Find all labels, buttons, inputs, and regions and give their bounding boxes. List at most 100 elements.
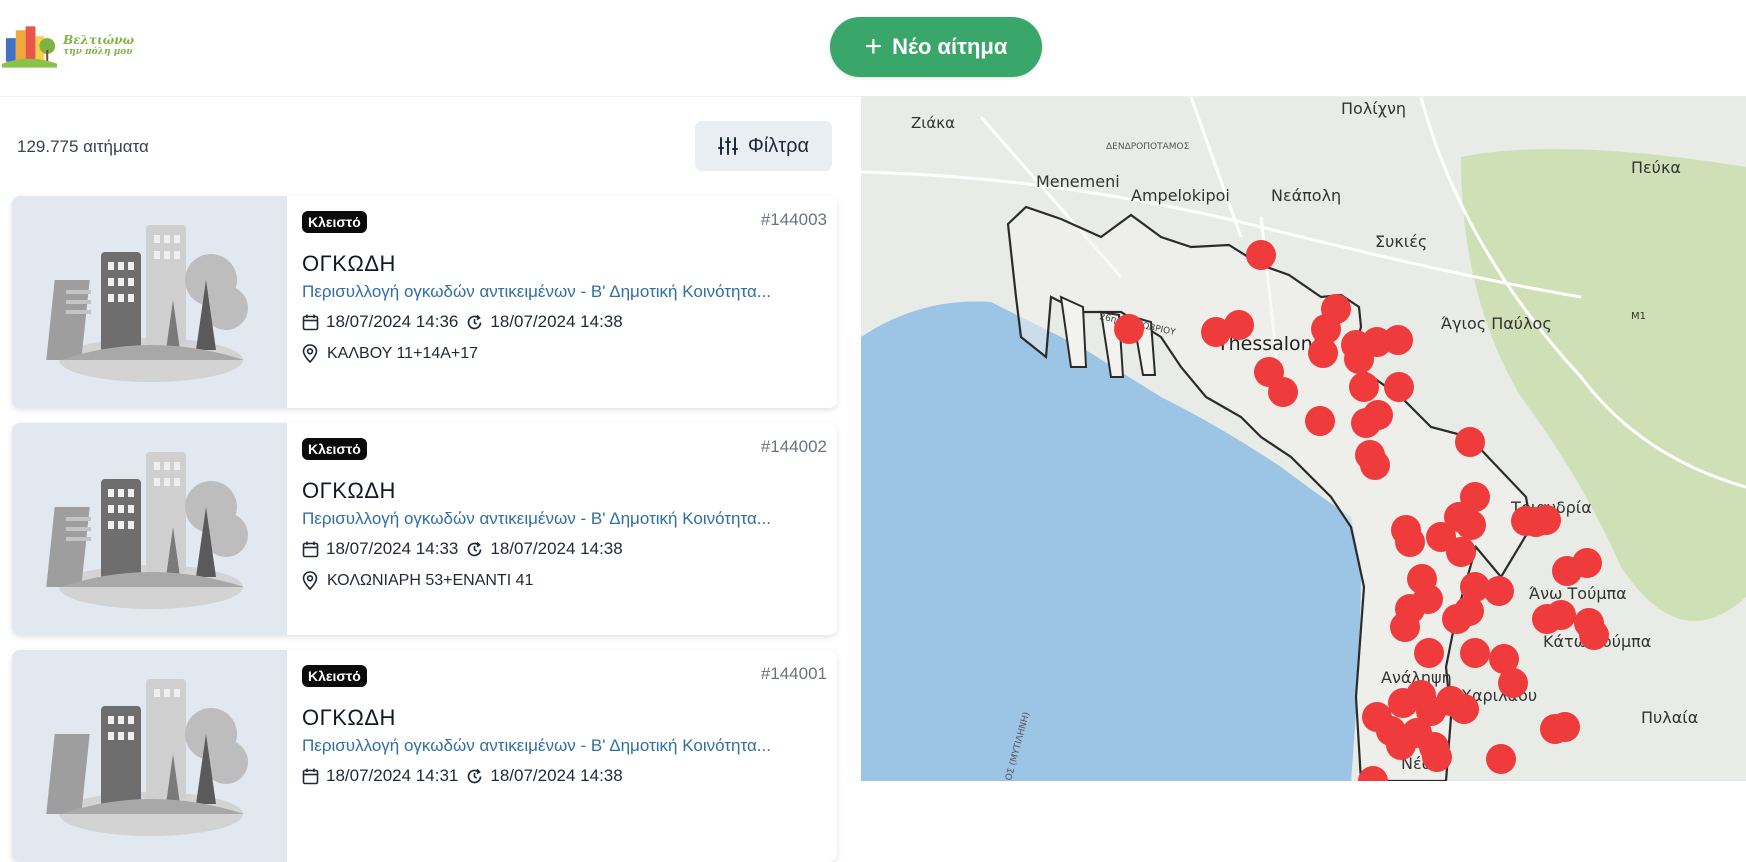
calendar-icon: [302, 541, 319, 557]
map-marker: [1268, 377, 1298, 407]
created-date: 18/07/2024 14:33: [326, 539, 459, 558]
update-clock-icon: [468, 541, 482, 556]
map-marker: [1460, 638, 1490, 668]
request-card[interactable]: Κλειστό #144001 ΟΓΚΩΔΗ Περισυλλογή ογκωδ…: [12, 650, 837, 862]
map-marker: [1546, 600, 1576, 630]
map-canvas[interactable]: Πολίχνη Ζιάκα ΔΕΝΔΡΟΠΟΤΑΜΟΣ Menemeni Amp…: [861, 97, 1746, 781]
request-description[interactable]: Περισυλλογή ογκωδών αντικειμένων - Β' Δη…: [302, 509, 822, 529]
map-marker: [1386, 730, 1416, 760]
map-marker: [1484, 576, 1514, 606]
request-title: ΟΓΚΩΔΗ: [302, 478, 396, 503]
logo-line-2: την πόλη μου: [63, 47, 133, 57]
map-label-ampelokipoi: Ampelokipoi: [1131, 186, 1230, 205]
map-marker: [1114, 314, 1144, 344]
map-marker: [1360, 450, 1390, 480]
map-marker: [1305, 406, 1335, 436]
map-marker: [1246, 240, 1276, 270]
created-date: 18/07/2024 14:31: [326, 766, 459, 785]
map-label-ziaka: Ζιάκα: [911, 114, 955, 132]
map-marker: [1572, 548, 1602, 578]
map-marker: [1498, 668, 1528, 698]
request-title: ΟΓΚΩΔΗ: [302, 705, 396, 730]
updated-date: 18/07/2024 14:38: [490, 312, 623, 331]
request-id: #144001: [760, 664, 827, 683]
request-description[interactable]: Περισυλλογή ογκωδών αντικειμένων - Β' Δη…: [302, 736, 822, 756]
address-text: ΚΟΛΩΝΙΑΡΗ 53+ΕΝΑΝΤΙ 41: [327, 571, 534, 589]
status-badge: Κλειστό: [302, 665, 367, 687]
location-pin-icon: [302, 571, 318, 590]
map-label-sykies: Συκιές: [1375, 232, 1427, 251]
request-card[interactable]: Κλειστό #144002 ΟΓΚΩΔΗ Περισυλλογή ογκωδ…: [12, 423, 837, 635]
map-label-ano-toumpa: Άνω Τούμπα: [1529, 584, 1627, 603]
plus-icon: +: [864, 30, 883, 63]
new-request-label: Νέο αίτημα: [892, 34, 1008, 59]
map-marker: [1395, 527, 1425, 557]
map-marker: [1454, 596, 1484, 626]
request-description[interactable]: Περισυλλογή ογκωδών αντικειμένων - Β' Δη…: [302, 282, 822, 302]
request-dates: 18/07/2024 14:33 18/07/2024 14:38: [302, 539, 623, 559]
request-address: ΚΑΛΒΟΥ 11+14Α+17: [302, 344, 478, 363]
request-title: ΟΓΚΩΔΗ: [302, 251, 396, 276]
map-marker: [1344, 344, 1374, 374]
address-text: ΚΑΛΒΟΥ 11+14Α+17: [327, 344, 479, 362]
requests-map[interactable]: Πολίχνη Ζιάκα ΔΕΝΔΡΟΠΟΤΑΜΟΣ Menemeni Amp…: [861, 97, 1746, 781]
map-marker: [1390, 612, 1420, 642]
update-clock-icon: [468, 768, 482, 783]
map-marker: [1351, 408, 1381, 438]
request-thumbnail: [12, 423, 287, 635]
map-marker: [1531, 505, 1561, 535]
map-marker: [1413, 584, 1443, 614]
request-id: #144003: [760, 210, 827, 229]
city-placeholder-icon: [46, 679, 248, 836]
status-badge: Κλειστό: [302, 438, 367, 460]
map-marker: [1486, 744, 1516, 774]
requests-count: 129.775 αιτήματα: [17, 137, 149, 156]
app-logo[interactable]: Βελτιώνω την πόλη μου: [2, 22, 134, 70]
request-id: #144002: [760, 437, 827, 456]
map-marker: [1414, 638, 1444, 668]
location-pin-icon: [302, 344, 318, 363]
request-card[interactable]: Κλειστό #144003 ΟΓΚΩΔΗ Περισυλλογή ογκωδ…: [12, 196, 837, 408]
map-marker: [1455, 427, 1485, 457]
map-label-agios-pavlos: Άγιος Παύλος: [1441, 314, 1552, 333]
map-label-polichni: Πολίχνη: [1341, 99, 1406, 118]
request-address: ΚΟΛΩΝΙΑΡΗ 53+ΕΝΑΝΤΙ 41: [302, 571, 533, 590]
map-marker: [1456, 510, 1486, 540]
sliders-icon: [717, 137, 738, 155]
new-request-button[interactable]: + Νέο αίτημα: [830, 17, 1042, 77]
map-label-peuka: Πεύκα: [1631, 158, 1681, 177]
map-marker: [1579, 620, 1609, 650]
city-placeholder-icon: [46, 225, 248, 382]
calendar-icon: [302, 314, 319, 330]
logo-text: Βελτιώνω την πόλη μου: [63, 34, 134, 58]
updated-date: 18/07/2024 14:38: [490, 539, 623, 558]
map-label-dendropotamos: ΔΕΝΔΡΟΠΟΤΑΜΟΣ: [1106, 142, 1190, 152]
created-date: 18/07/2024 14:36: [326, 312, 459, 331]
map-marker: [1449, 694, 1479, 724]
filters-button[interactable]: Φίλτρα: [695, 121, 832, 171]
request-dates: 18/07/2024 14:31 18/07/2024 14:38: [302, 766, 623, 786]
updated-date: 18/07/2024 14:38: [490, 766, 623, 785]
map-marker: [1349, 372, 1379, 402]
request-thumbnail: [12, 196, 287, 408]
map-marker: [1383, 325, 1413, 355]
map-label-menemeni: Menemeni: [1036, 172, 1120, 191]
update-clock-icon: [468, 314, 482, 329]
map-label-pylaia: Πυλαία: [1641, 708, 1698, 727]
top-header: Βελτιώνω την πόλη μου + Νέο αίτημα: [0, 0, 1746, 97]
city-logo-icon: [2, 26, 58, 68]
city-placeholder-icon: [46, 452, 248, 609]
logo-line-1: Βελτιώνω: [63, 33, 134, 47]
map-marker: [1446, 537, 1476, 567]
map-label-m1: M1: [1631, 311, 1646, 322]
map-label-neapoli: Νεάπολη: [1271, 186, 1341, 205]
status-badge: Κλειστό: [302, 211, 367, 233]
filters-label: Φίλτρα: [747, 134, 810, 157]
calendar-icon: [302, 768, 319, 784]
request-thumbnail: [12, 650, 287, 862]
map-marker: [1550, 712, 1580, 742]
map-marker: [1384, 372, 1414, 402]
requests-panel: 129.775 αιτήματα Φίλτρα Κλειστό #144003 …: [0, 97, 860, 862]
map-marker: [1224, 310, 1254, 340]
map-marker: [1308, 338, 1338, 368]
